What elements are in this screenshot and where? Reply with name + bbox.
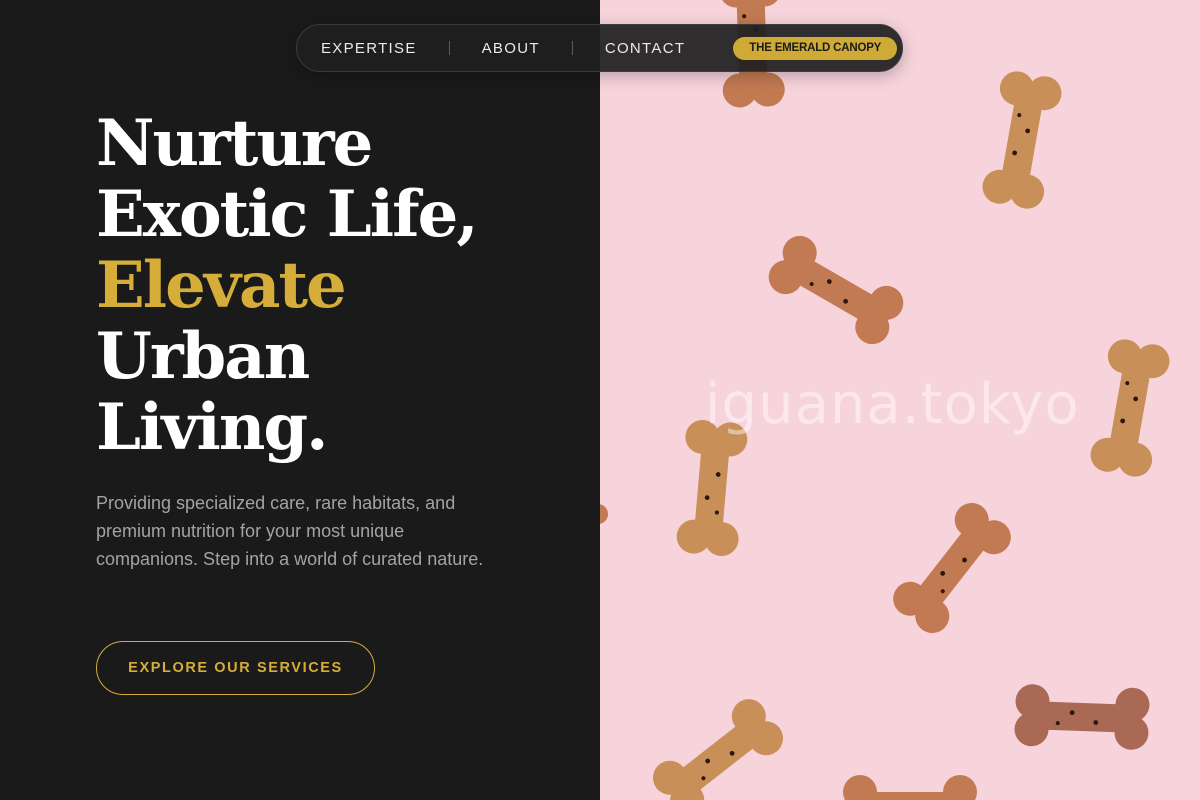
explore-services-button[interactable]: EXPLORE OUR SERVICES: [96, 641, 375, 695]
nav-link-contact[interactable]: CONTACT: [605, 40, 685, 57]
headline-line-2: Exotic Life,: [96, 177, 479, 252]
hero-left-panel: Nurture Exotic Life, Elevate Urban Livin…: [0, 0, 600, 800]
nav-divider: [448, 41, 450, 55]
nav-link-expertise[interactable]: EXPERTISE: [321, 40, 417, 57]
headline-accent: Elevate: [96, 248, 347, 323]
headline-line-1: Nurture: [96, 106, 373, 181]
hero-headline: Nurture Exotic Life, Elevate Urban Livin…: [96, 106, 479, 465]
hero-description: Providing specialized care, rare habitat…: [96, 493, 484, 569]
brand-badge[interactable]: THE EMERALD CANOPY: [733, 36, 898, 60]
hero-image: iguana.tokyo: [600, 0, 1200, 800]
top-navigation: EXPERTISE ABOUT CONTACT THE EMERALD CANO…: [296, 24, 903, 72]
headline-line-4: Urban: [96, 319, 310, 394]
nav-divider: [571, 41, 573, 55]
headline-line-5: Living.: [96, 390, 328, 465]
nav-link-about[interactable]: ABOUT: [482, 40, 540, 57]
watermark-logo: iguana.tokyo: [705, 372, 1080, 437]
